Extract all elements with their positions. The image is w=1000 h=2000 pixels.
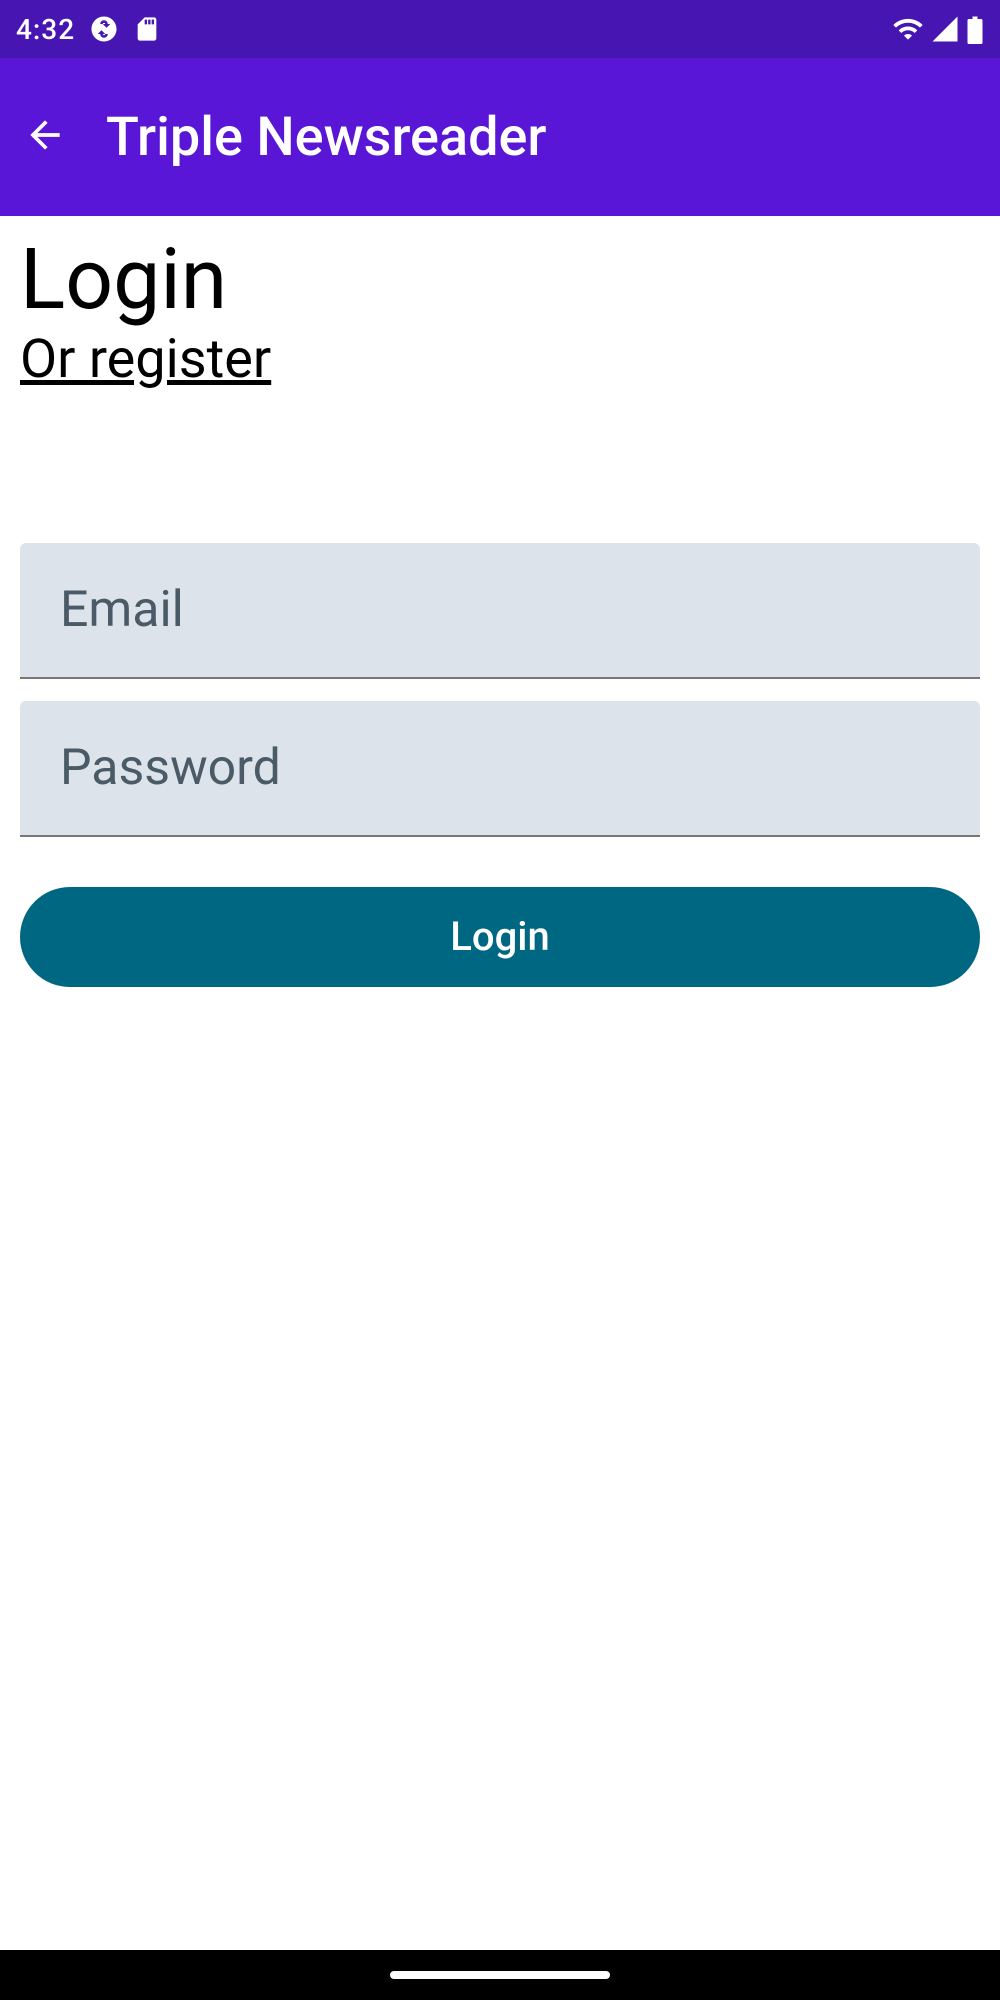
- app-bar: Triple Newsreader: [0, 58, 1000, 216]
- register-link[interactable]: Or register: [20, 328, 980, 393]
- system-nav-bar: [0, 1950, 1000, 2000]
- email-field[interactable]: [20, 543, 980, 679]
- update-icon: [89, 14, 119, 44]
- password-field[interactable]: [20, 701, 980, 837]
- login-content: Login Or register Login: [0, 216, 1000, 1950]
- battery-icon: [966, 14, 984, 44]
- status-right: [892, 13, 984, 45]
- page-title: Login: [20, 238, 980, 322]
- login-button[interactable]: Login: [20, 887, 980, 987]
- status-bar: 4:32: [0, 0, 1000, 58]
- signal-icon: [930, 14, 960, 44]
- sd-card-icon: [133, 15, 161, 43]
- app-title: Triple Newsreader: [106, 106, 547, 169]
- status-time: 4:32: [16, 13, 75, 46]
- back-button[interactable]: [20, 112, 70, 162]
- status-left: 4:32: [16, 13, 161, 46]
- arrow-left-icon: [23, 113, 67, 161]
- wifi-icon: [892, 13, 924, 45]
- nav-pill[interactable]: [390, 1971, 610, 1979]
